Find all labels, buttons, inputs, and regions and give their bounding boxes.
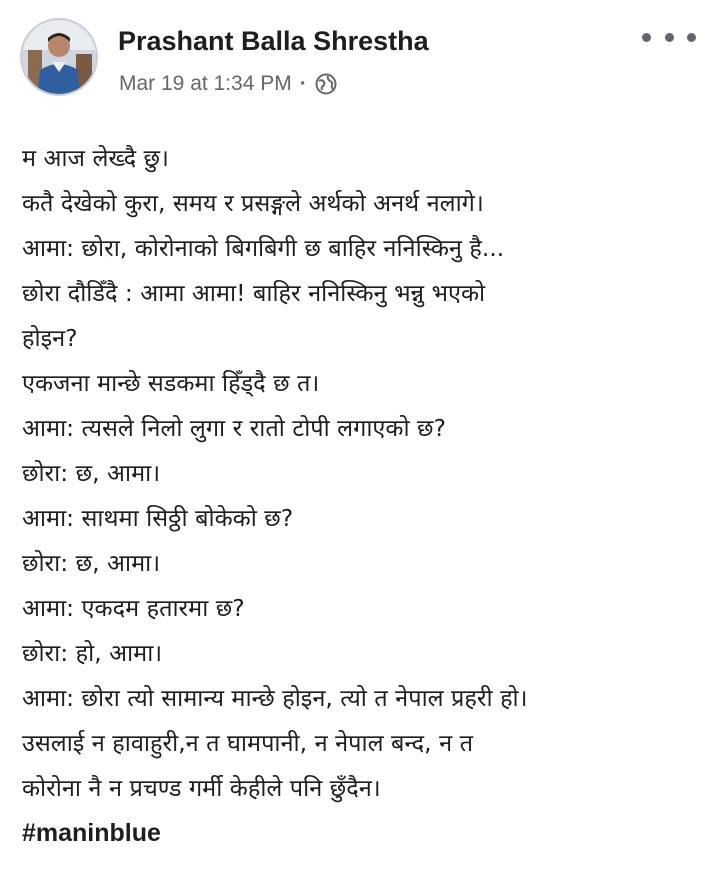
- post-line: छोरा: हो, आमा।: [22, 639, 163, 667]
- more-horizontal-icon-dot: [664, 32, 674, 42]
- more-horizontal-icon-dot: [642, 32, 651, 42]
- post-line: आमा: एकदम हतारमा छ?: [22, 594, 245, 622]
- author-name[interactable]: Prashant Balla Shrestha: [118, 26, 429, 57]
- avatar-image: [22, 20, 96, 94]
- post-line: आमा: साथमा सिठ्ठी बोकेको छ?: [22, 504, 294, 532]
- hashtag-link[interactable]: #maninblue: [22, 811, 712, 856]
- globe-icon[interactable]: [315, 73, 337, 95]
- post-line: आमा: त्यसले निलो लुगा र रातो टोपी लगाएको…: [22, 414, 446, 442]
- post-line: छोरा दौडिँदै : आमा आमा! बाहिर ननिस्किनु …: [22, 279, 486, 307]
- more-horizontal-icon-dot: [687, 32, 696, 42]
- post-line: म आज लेख्दै छु।: [22, 144, 169, 172]
- more-options-button[interactable]: [642, 22, 696, 52]
- post-line: उसलाई न हावाहुरी,न त घामपानी, न नेपाल बन…: [22, 729, 473, 757]
- post-line: होइन?: [22, 324, 78, 352]
- post-line: कतै देखेको कुरा, समय र प्रसङ्गले अर्थको …: [22, 189, 484, 217]
- post-line: छोरा: छ, आमा।: [22, 459, 161, 487]
- post-line: कोरोना नै न प्रचण्ड गर्मी केहीले पनि छुँ…: [22, 774, 381, 802]
- post-line: छोरा: छ, आमा।: [22, 549, 161, 577]
- post-header: Prashant Balla Shrestha Mar 19 at 1:34 P…: [0, 0, 720, 120]
- post-body: म आज लेख्दै छु। कतै देखेको कुरा, समय र प…: [22, 136, 712, 856]
- post-line: आमा: छोरा त्यो सामान्य मान्छे होइन, त्यो…: [22, 684, 528, 712]
- post-meta: Mar 19 at 1:34 PM ·: [119, 70, 337, 98]
- post-line: आमा: छोरा, कोरोनाको बिगबिगी छ बाहिर ननिस…: [22, 234, 505, 262]
- meta-separator: ·: [299, 72, 307, 95]
- post-line: एकजना मान्छे सडकमा हिँड्दै छ त।: [22, 369, 320, 397]
- post-timestamp[interactable]: Mar 19 at 1:34 PM: [119, 72, 292, 96]
- facebook-post: Prashant Balla Shrestha Mar 19 at 1:34 P…: [0, 0, 720, 879]
- author-avatar[interactable]: [20, 18, 98, 96]
